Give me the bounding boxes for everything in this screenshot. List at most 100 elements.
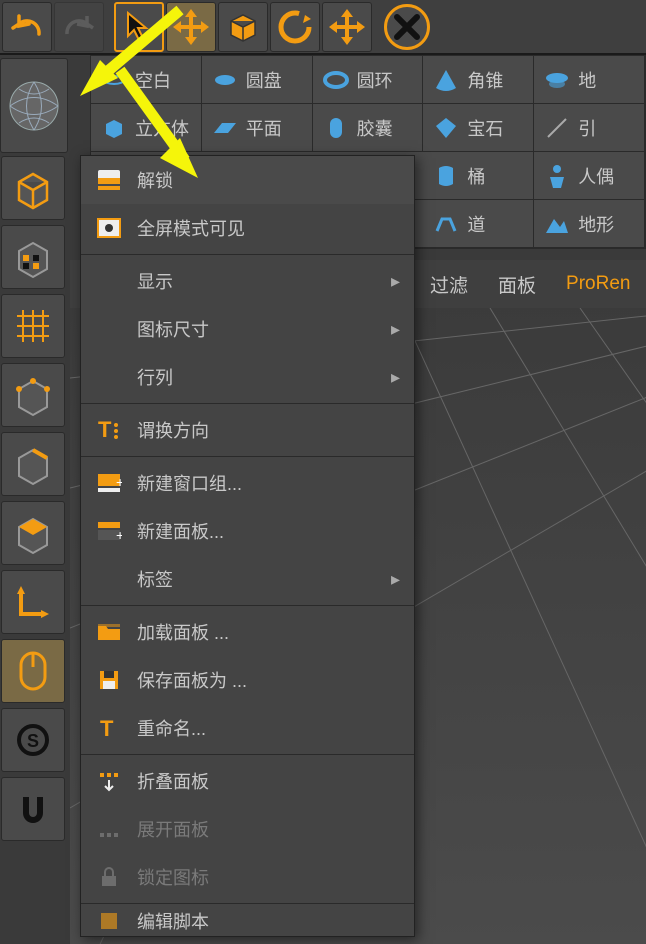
menu-separator bbox=[81, 903, 414, 904]
torus-icon bbox=[323, 67, 349, 93]
edit-icon bbox=[95, 907, 123, 935]
collapse-icon bbox=[95, 767, 123, 795]
palette-cell-cube[interactable]: 立方体 bbox=[91, 104, 202, 151]
menu-item-newpanel[interactable]: + 新建面板... bbox=[81, 507, 414, 555]
guide-icon bbox=[544, 115, 570, 141]
chevron-right-icon: ▸ bbox=[391, 271, 400, 292]
menu-item-collapse[interactable]: 折叠面板 bbox=[81, 757, 414, 805]
menu-separator bbox=[81, 403, 414, 404]
palette-label: 平面 bbox=[246, 115, 282, 141]
palette-cell-guide[interactable]: 引 bbox=[534, 104, 645, 151]
x-button[interactable] bbox=[384, 4, 430, 50]
cube-tool-button[interactable] bbox=[218, 2, 268, 52]
menu-separator bbox=[81, 754, 414, 755]
move-button[interactable] bbox=[166, 2, 216, 52]
menu-item-edit[interactable]: 编辑脚本 bbox=[81, 906, 414, 936]
newpanel-icon: + bbox=[95, 517, 123, 545]
move-alt-button[interactable] bbox=[322, 2, 372, 52]
left-texcube-button[interactable] bbox=[1, 225, 65, 289]
pointer-button[interactable] bbox=[114, 2, 164, 52]
viewport-tab-filter[interactable]: 过滤 bbox=[430, 271, 468, 298]
palette-cell-channel[interactable]: 道 bbox=[423, 200, 534, 247]
left-axis-button[interactable] bbox=[1, 570, 65, 634]
menu-item-swapdir[interactable]: T谓换方向 bbox=[81, 406, 414, 454]
fullscreen-icon bbox=[95, 214, 123, 242]
redo-button[interactable] bbox=[54, 2, 104, 52]
palette-cell-disc[interactable]: 圆盘 bbox=[202, 56, 313, 103]
palette-cell-torus[interactable]: 圆环 bbox=[313, 56, 424, 103]
folder-icon bbox=[95, 618, 123, 646]
left-toolbar: S bbox=[0, 155, 68, 842]
undo-button[interactable] bbox=[2, 2, 52, 52]
disc-icon bbox=[212, 67, 238, 93]
left-magnet-button[interactable] bbox=[1, 777, 65, 841]
menu-label: 保存面板为 ... bbox=[137, 667, 247, 693]
figure-icon bbox=[544, 163, 570, 189]
menu-item-loadpanel[interactable]: 加载面板 ... bbox=[81, 608, 414, 656]
svg-text:S: S bbox=[27, 731, 39, 751]
palette-cell-blank[interactable]: 空白 bbox=[91, 56, 202, 103]
left-edgecube-button[interactable] bbox=[1, 432, 65, 496]
menu-label: 新建面板... bbox=[137, 518, 224, 544]
palette-cell-gem[interactable]: 宝石 bbox=[423, 104, 534, 151]
palette-cell-barrel[interactable]: 桶 bbox=[423, 152, 534, 199]
rotate-button[interactable] bbox=[270, 2, 320, 52]
blank-icon bbox=[101, 67, 127, 93]
palette-label: 宝石 bbox=[467, 115, 503, 141]
unlock-icon bbox=[95, 166, 123, 194]
left-facecube-button[interactable] bbox=[1, 501, 65, 565]
primitive-popup-button[interactable] bbox=[0, 58, 68, 153]
menu-label: 锁定图标 bbox=[137, 864, 209, 890]
menu-label: 重命名... bbox=[137, 715, 206, 741]
left-mouse-button[interactable] bbox=[1, 639, 65, 703]
menu-label: 行列 bbox=[137, 364, 173, 390]
chevron-right-icon: ▸ bbox=[391, 569, 400, 590]
lock-icon bbox=[95, 863, 123, 891]
menu-item-tags[interactable]: 标签 ▸ bbox=[81, 555, 414, 603]
palette-label: 胶囊 bbox=[357, 115, 393, 141]
top-toolbar bbox=[0, 0, 646, 55]
viewport-tab-panel[interactable]: 面板 bbox=[498, 271, 536, 298]
menu-item-rowcol[interactable]: 行列▸ bbox=[81, 353, 414, 401]
expand-icon bbox=[95, 815, 123, 843]
left-pointcube-button[interactable] bbox=[1, 363, 65, 427]
left-grid-button[interactable] bbox=[1, 294, 65, 358]
menu-item-newgroup[interactable]: +新建窗口组... bbox=[81, 459, 414, 507]
menu-item-expand: 展开面板 bbox=[81, 805, 414, 853]
palette-label: 道 bbox=[467, 211, 485, 237]
menu-item-rename[interactable]: T 重命名... bbox=[81, 704, 414, 752]
menu-item-savepanel[interactable]: 保存面板为 ... bbox=[81, 656, 414, 704]
palette-cell-capsule[interactable]: 胶囊 bbox=[313, 104, 424, 151]
barrel-icon bbox=[433, 163, 459, 189]
left-cube-button[interactable] bbox=[1, 156, 65, 220]
palette-cell-terrain[interactable]: 地形 bbox=[534, 200, 645, 247]
palette-label: 地 bbox=[578, 67, 596, 93]
palette-label: 人偶 bbox=[578, 163, 614, 189]
svg-text:+: + bbox=[116, 527, 122, 542]
menu-label: 折叠面板 bbox=[137, 768, 209, 794]
menu-label: 显示 bbox=[137, 268, 173, 294]
menu-label: 解锁 bbox=[137, 167, 173, 193]
menu-label: 加载面板 ... bbox=[137, 619, 229, 645]
menu-item-unlock[interactable]: 解锁 bbox=[81, 156, 414, 204]
palette-cell-earth[interactable]: 地 bbox=[534, 56, 645, 103]
menu-item-iconsize[interactable]: 图标尺寸▸ bbox=[81, 305, 414, 353]
newgroup-icon: + bbox=[95, 469, 123, 497]
menu-label: 全屏模式可见 bbox=[137, 215, 245, 241]
menu-separator bbox=[81, 605, 414, 606]
palette-row: 空白 圆盘 圆环 角锥 地 bbox=[91, 56, 645, 104]
menu-label: 编辑脚本 bbox=[137, 908, 209, 934]
palette-label: 引 bbox=[578, 115, 596, 141]
menu-item-fullscreen[interactable]: 全屏模式可见 bbox=[81, 204, 414, 252]
text-icon: T bbox=[95, 714, 123, 742]
menu-item-display[interactable]: 显示 ▸ bbox=[81, 257, 414, 305]
palette-label: 圆环 bbox=[357, 67, 393, 93]
left-snap-button[interactable]: S bbox=[1, 708, 65, 772]
palette-cell-figure[interactable]: 人偶 bbox=[534, 152, 645, 199]
palette-cell-plane[interactable]: 平面 bbox=[202, 104, 313, 151]
cube-icon bbox=[101, 115, 127, 141]
viewport-tab-prorender[interactable]: ProRen bbox=[566, 273, 630, 295]
menu-label: 谓换方向 bbox=[137, 417, 209, 443]
menu-label: 标签 bbox=[137, 566, 173, 592]
palette-cell-cone[interactable]: 角锥 bbox=[423, 56, 534, 103]
